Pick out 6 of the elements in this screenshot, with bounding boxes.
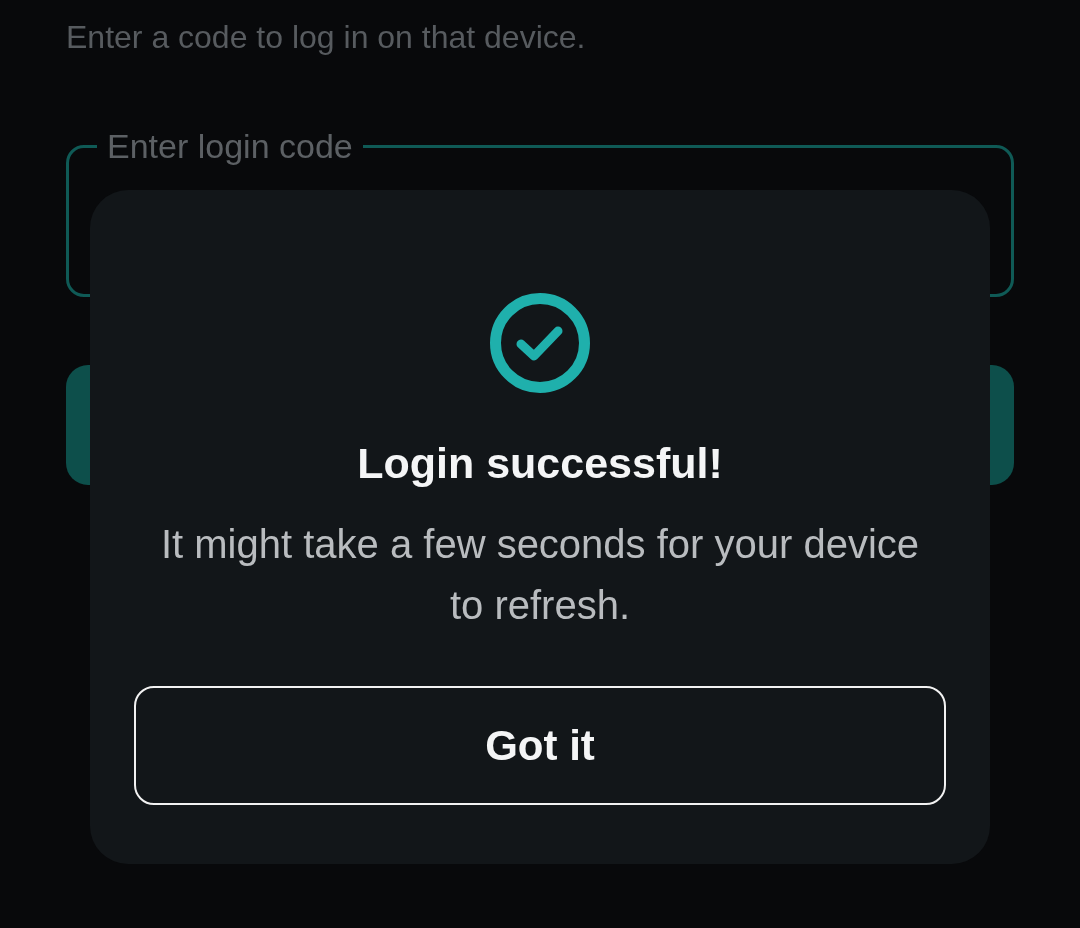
dialog-title: Login successful!: [357, 438, 723, 488]
field-label: Enter login code: [106, 127, 354, 165]
check-circle-icon: [490, 293, 590, 393]
instruction-text: Enter a code to log in on that device.: [66, 18, 587, 57]
confirm-button[interactable]: Got it: [134, 686, 946, 805]
dialog-message: It might take a few seconds for your device to refresh.: [159, 521, 921, 629]
